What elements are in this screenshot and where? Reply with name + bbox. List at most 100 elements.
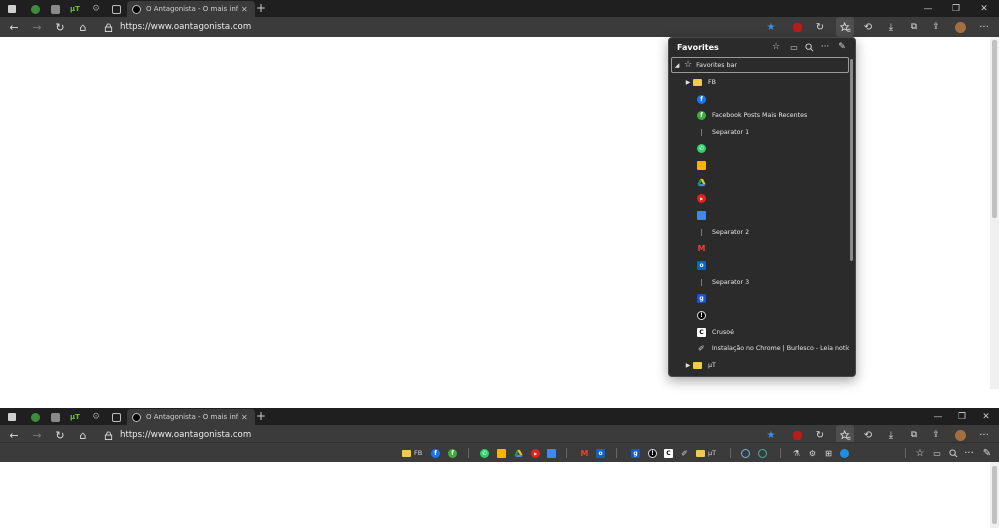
history-button[interactable]: ⟲: [859, 17, 877, 37]
fav-item-crusoe[interactable]: C Crusoé: [669, 324, 849, 340]
back-button[interactable]: ←: [4, 17, 24, 37]
favbar-facebook[interactable]: f: [431, 443, 440, 463]
favbar-translate[interactable]: [547, 443, 556, 463]
favbar-add-favorite-button[interactable]: ☆: [911, 443, 929, 463]
pinned-tab-4[interactable]: ⚙: [86, 1, 106, 17]
fav-item-gmail[interactable]: M: [669, 240, 849, 256]
search-favorites-button[interactable]: [801, 40, 817, 54]
utorrent-icon: µT: [70, 5, 80, 13]
favbar-folder-fb[interactable]: FB: [402, 443, 422, 463]
close-window-button-2[interactable]: ✕: [972, 408, 999, 425]
favbar-more-button[interactable]: ···: [960, 443, 978, 463]
favorite-star-button[interactable]: ★: [762, 17, 780, 37]
minimize-button[interactable]: —: [914, 0, 942, 17]
teal-circle-icon: [758, 448, 767, 458]
fav-separator-2[interactable]: Separator 2: [669, 224, 849, 240]
pinned-tab-1b[interactable]: [25, 409, 45, 425]
favbar-extension-e[interactable]: ⊞: [824, 443, 833, 463]
favbar-edge[interactable]: [840, 443, 849, 463]
favbar-extension-b[interactable]: [758, 443, 767, 463]
fav-item-facebook-posts[interactable]: f Facebook Posts Mais Recentes: [669, 107, 849, 123]
pinned-tab-4b[interactable]: ⚙: [86, 409, 106, 425]
new-tab-button-2[interactable]: +: [256, 408, 266, 425]
favbar-outlook[interactable]: o: [596, 443, 605, 463]
pinned-tab-2[interactable]: [45, 1, 65, 17]
tab-active[interactable]: O Antagonista - O mais influente ✕: [127, 1, 255, 17]
tab-actions-button-2[interactable]: [2, 409, 22, 425]
favbar-g[interactable]: g: [631, 443, 640, 463]
fav-folder-ut[interactable]: ▶ µT: [669, 357, 849, 373]
maximize-button[interactable]: ❐: [942, 0, 970, 17]
ublock-extension-button[interactable]: [788, 17, 806, 37]
favorites-list-icon: [839, 429, 851, 440]
settings-more-button[interactable]: ···: [975, 17, 993, 37]
share-button[interactable]: ⇪: [927, 17, 945, 37]
pinned-tab-3b[interactable]: µT: [65, 409, 85, 425]
favbar-keep[interactable]: [497, 443, 506, 463]
page-scrollbar-thumb-bottom[interactable]: [992, 466, 997, 524]
favorites-bar-folder[interactable]: ◢ ☆ Favorites bar: [671, 57, 849, 73]
favbar-pin-button[interactable]: ✎: [978, 443, 996, 463]
new-tab-button[interactable]: +: [256, 0, 266, 17]
add-folder-button[interactable]: ▭: [786, 40, 802, 54]
tab-actions-button[interactable]: [2, 1, 22, 17]
favbar-facebook-posts[interactable]: f: [448, 443, 457, 463]
favbar-folder-ut[interactable]: µT: [696, 443, 716, 463]
fav-label: Crusoé: [712, 328, 734, 336]
favbar-gmail[interactable]: M: [580, 443, 589, 463]
fav-folder-fb[interactable]: ▶ FB: [669, 74, 849, 90]
favbar-burlesco[interactable]: ✐: [680, 443, 689, 463]
favbar-extension-d[interactable]: ⚙: [808, 443, 817, 463]
pinned-tab-1[interactable]: [25, 1, 45, 17]
fav-item-facebook[interactable]: f: [669, 91, 849, 107]
gmail-icon: M: [580, 448, 589, 458]
share-icon: ⇪: [932, 22, 940, 32]
extensions-button[interactable]: ⧉: [905, 17, 923, 37]
tab-title: O Antagonista - O mais influente: [146, 5, 238, 13]
pinned-tab-5b[interactable]: [106, 409, 126, 425]
fav-item-whatsapp[interactable]: ✆: [669, 140, 849, 156]
favbar-drive[interactable]: [514, 443, 523, 463]
downloads-button[interactable]: ⤓: [882, 17, 900, 37]
favorites-button[interactable]: [836, 17, 854, 37]
fav-item-drive[interactable]: [669, 174, 849, 190]
fav-item-antagonista[interactable]: !: [669, 307, 849, 323]
more-options-button[interactable]: ···: [817, 40, 833, 54]
pin-panel-button[interactable]: ✎: [834, 40, 850, 54]
refresh-extension-button[interactable]: ↻: [811, 17, 829, 37]
page-scrollbar-thumb-top[interactable]: [992, 40, 997, 218]
close-window-button[interactable]: ✕: [970, 0, 998, 17]
tab-close-icon[interactable]: ✕: [241, 5, 248, 14]
favorites-scrollbar-thumb[interactable]: [850, 59, 853, 261]
fav-item-youtube[interactable]: ▶: [669, 190, 849, 206]
favbar-whatsapp[interactable]: ✆: [480, 443, 489, 463]
star-plus-icon: ☆: [771, 42, 781, 52]
fav-separator-1[interactable]: Separator 1: [669, 124, 849, 140]
favbar-youtube[interactable]: ▶: [531, 443, 540, 463]
refresh-button[interactable]: ↻: [50, 17, 70, 37]
favbar-crusoe[interactable]: C: [664, 443, 673, 463]
fav-item-burlesco[interactable]: ✐ Instalação no Chrome | Burlesco - Leia…: [669, 340, 849, 356]
add-favorite-button[interactable]: ☆: [768, 40, 784, 54]
facebook-green-icon: f: [448, 448, 457, 458]
pinned-tab-3[interactable]: µT: [65, 1, 85, 17]
address-bar[interactable]: https://www.oantagonista.com: [104, 19, 251, 35]
home-button[interactable]: ⌂: [73, 17, 93, 37]
fav-item-g[interactable]: g: [669, 290, 849, 306]
fav-separator-3[interactable]: Separator 3: [669, 274, 849, 290]
outlook-icon: o: [596, 448, 605, 458]
pinned-tab-2b[interactable]: [45, 409, 65, 425]
tab-active-2[interactable]: O Antagonista - O mais influente ✕: [127, 409, 255, 425]
fav-item-translate[interactable]: [669, 207, 849, 223]
pinned-tab-5[interactable]: [106, 1, 126, 17]
fav-item-keep[interactable]: [669, 157, 849, 173]
profile-button[interactable]: [951, 17, 969, 37]
tab-close-icon[interactable]: ✕: [241, 413, 248, 422]
favbar-extension-c[interactable]: ⚗: [792, 443, 801, 463]
favbar-antagonista[interactable]: !: [648, 443, 657, 463]
fav-item-outlook[interactable]: o: [669, 257, 849, 273]
gray-square-icon: [50, 4, 60, 14]
forward-button[interactable]: →: [27, 17, 47, 37]
favbar-extension-a[interactable]: [741, 443, 750, 463]
address-bar-2[interactable]: https://www.oantagonista.com: [104, 427, 251, 443]
